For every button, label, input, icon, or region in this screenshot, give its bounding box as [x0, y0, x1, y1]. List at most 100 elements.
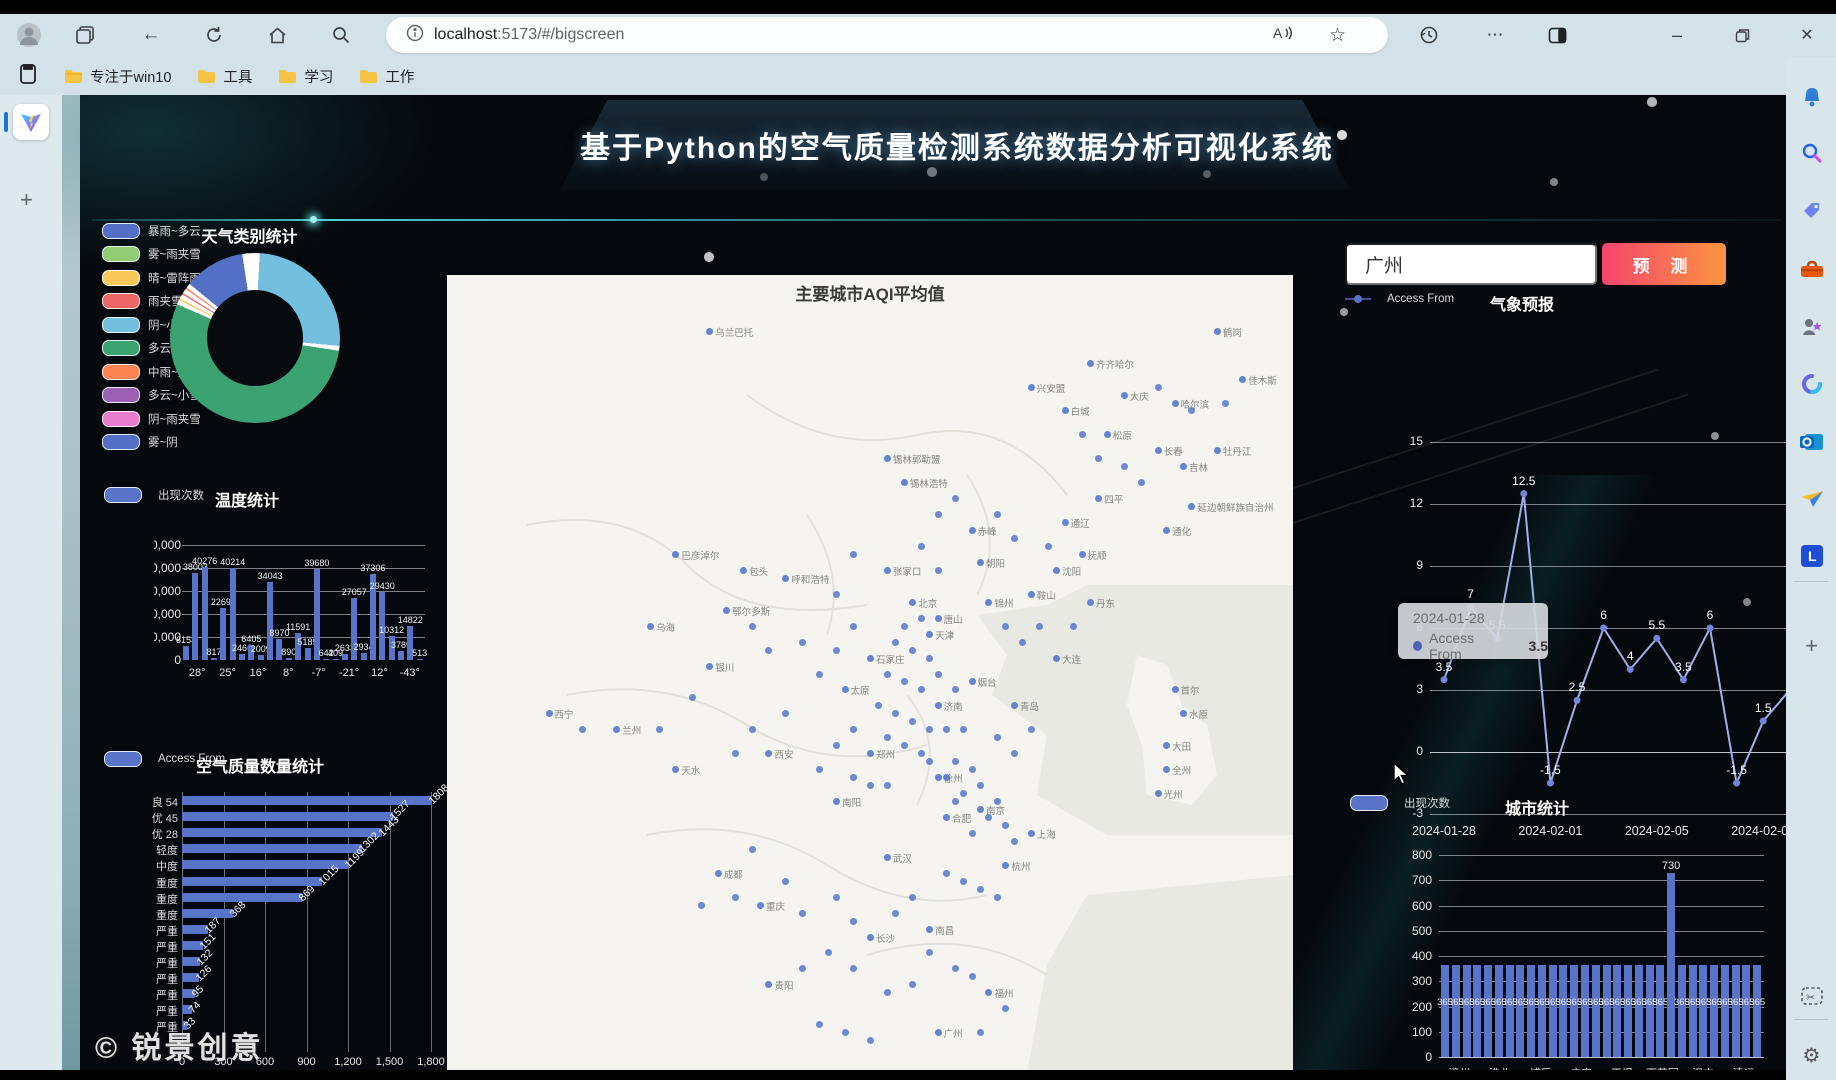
bookmark-folder-win10[interactable]: 专注于win10: [64, 66, 171, 87]
settings-gear-icon[interactable]: ⚙: [1798, 1042, 1825, 1069]
air-quality-chart-title: 空气质量数量统计: [165, 753, 355, 777]
predict-button[interactable]: 预 测: [1602, 243, 1726, 285]
bar: [295, 633, 301, 660]
city-stats-bar-chart[interactable]: 8007006005004003002001000365365365365365…: [1317, 835, 1767, 1075]
bar: [323, 659, 329, 660]
map-dot: [850, 726, 857, 733]
bookmark-folder-tools[interactable]: 工具: [197, 66, 252, 87]
bar: [1699, 965, 1707, 1057]
screenshot-snip-icon[interactable]: ✂: [1798, 982, 1825, 1009]
address-bar[interactable]: localhost:5173/#/bigscreen A ☆: [386, 17, 1388, 53]
y-axis-label: 700: [1397, 873, 1432, 887]
bar: [1527, 965, 1535, 1057]
weather-legend-item[interactable]: 雾~雨夹雪: [102, 243, 212, 267]
forecast-line-chart[interactable]: 15129630-33.575.512.5-1.52.5645.53.56-1.…: [1317, 325, 1757, 745]
aqi-map-panel[interactable]: 主要城市AQI平均值 乌兰巴托齐齐哈尔鹤岗佳木斯大庆哈尔滨兴安盟白城松原牡丹江长…: [447, 275, 1293, 1072]
split-screen-icon[interactable]: [1540, 18, 1574, 52]
toolbox-icon[interactable]: [1798, 255, 1825, 282]
new-tab-button[interactable]: +: [20, 187, 33, 213]
map-city-dot: [672, 766, 679, 773]
map-city-dot: [833, 798, 840, 805]
point-value-label: 7: [1453, 587, 1489, 601]
legend-swatch: [102, 246, 140, 262]
header-divider-line: [92, 219, 1782, 221]
map-dot: [875, 702, 882, 709]
map-city-dot: [1214, 328, 1221, 335]
drop-paperplane-icon[interactable]: [1798, 485, 1825, 512]
history-icon[interactable]: [1412, 18, 1446, 52]
refresh-button[interactable]: [197, 18, 231, 52]
map-city-label: 石家庄: [876, 652, 905, 666]
map-city-dot: [943, 814, 950, 821]
dashboard-page: 基于Python的空气质量检测系统数据分析可视化系统 天气类别统计 暴雨~多云雾…: [62, 95, 1786, 1080]
map-dot: [909, 981, 916, 988]
collections-icon[interactable]: [18, 63, 38, 90]
favorite-star-icon[interactable]: ☆: [1329, 24, 1346, 47]
point-value-label: 5.5: [1639, 618, 1675, 632]
profile-avatar-icon[interactable]: [12, 18, 46, 52]
bar: [182, 877, 322, 886]
temperature-bar-chart[interactable]: 50,00040,00030,00020,00010,0000615338003…: [120, 537, 430, 677]
bar: [211, 658, 217, 660]
tab-groups-icon[interactable]: [68, 18, 102, 52]
bar: [1581, 965, 1589, 1057]
map-dot: [1028, 726, 1035, 733]
y-axis-label: 50,000: [154, 538, 181, 552]
map-city-label: 大田: [1172, 739, 1191, 753]
map-dot: [952, 686, 959, 693]
map-dot: [884, 782, 891, 789]
map-city-label: 郑州: [876, 747, 895, 761]
weather-legend-item[interactable]: 暴雨~多云: [102, 219, 212, 243]
map-city-label: 广州: [944, 1026, 963, 1040]
map-dot: [825, 949, 832, 956]
search-toolbar-icon[interactable]: [324, 18, 358, 52]
customize-sidebar-add[interactable]: +: [1798, 632, 1825, 659]
minimize-button[interactable]: –: [1660, 18, 1694, 52]
legend-swatch: [102, 387, 140, 403]
bookmark-label: 专注于win10: [90, 66, 171, 87]
bookmarks-bar: 专注于win10 工具 学习 工作: [0, 57, 1836, 95]
map-city-label: 重庆: [766, 899, 785, 913]
bar: [1753, 965, 1761, 1057]
bookmark-folder-work[interactable]: 工作: [359, 66, 414, 87]
back-button[interactable]: ←: [134, 18, 168, 52]
games-people-icon[interactable]: [1798, 313, 1825, 340]
map-city-label: 大庆: [1130, 389, 1149, 403]
more-menu-icon[interactable]: ⋯: [1478, 18, 1512, 52]
search-sidebar-icon[interactable]: [1798, 139, 1825, 166]
bar-value-label: 34043: [253, 571, 287, 581]
y-axis-label: 200: [1397, 1000, 1432, 1014]
map-dot: [892, 910, 899, 917]
read-aloud-icon[interactable]: A: [1272, 23, 1296, 48]
linkedin-icon[interactable]: L: [1798, 542, 1825, 569]
notifications-bell-icon[interactable]: [1798, 83, 1825, 110]
home-button[interactable]: [260, 18, 294, 52]
row-label: 重度: [140, 891, 178, 907]
y-axis-label: 30,000: [154, 584, 181, 598]
x-axis-label: -43°: [394, 667, 426, 679]
gridline: [1439, 906, 1764, 907]
row-label: 28 优: [140, 826, 178, 842]
map-city-label: 水原: [1189, 707, 1208, 721]
point-value-label: 3.5: [1665, 660, 1701, 674]
copilot-icon[interactable]: [1798, 370, 1825, 397]
tab-vite-app[interactable]: [13, 104, 49, 140]
shopping-tag-icon[interactable]: [1798, 197, 1825, 224]
site-info-icon[interactable]: [406, 24, 424, 47]
outlook-icon[interactable]: [1798, 428, 1825, 455]
map-dot: [952, 495, 959, 502]
map-city-dot: [1163, 527, 1170, 534]
map-dot: [799, 965, 806, 972]
map-city-dot: [884, 455, 891, 462]
close-button[interactable]: ✕: [1790, 18, 1824, 52]
restore-button[interactable]: [1725, 18, 1759, 52]
city-search-input[interactable]: [1345, 243, 1597, 285]
y-axis-label: 20,000: [154, 607, 181, 621]
x-axis-label: 1,800: [413, 1056, 449, 1068]
bookmark-folder-study[interactable]: 学习: [278, 66, 333, 87]
map-city-dot: [985, 989, 992, 996]
weather-legend-item[interactable]: 阴~雨夹雪: [102, 407, 212, 431]
weather-legend-item[interactable]: 雾~阴: [102, 431, 212, 455]
map-city-label: 呼和浩特: [791, 572, 829, 586]
svg-text:✂: ✂: [1806, 992, 1815, 1004]
